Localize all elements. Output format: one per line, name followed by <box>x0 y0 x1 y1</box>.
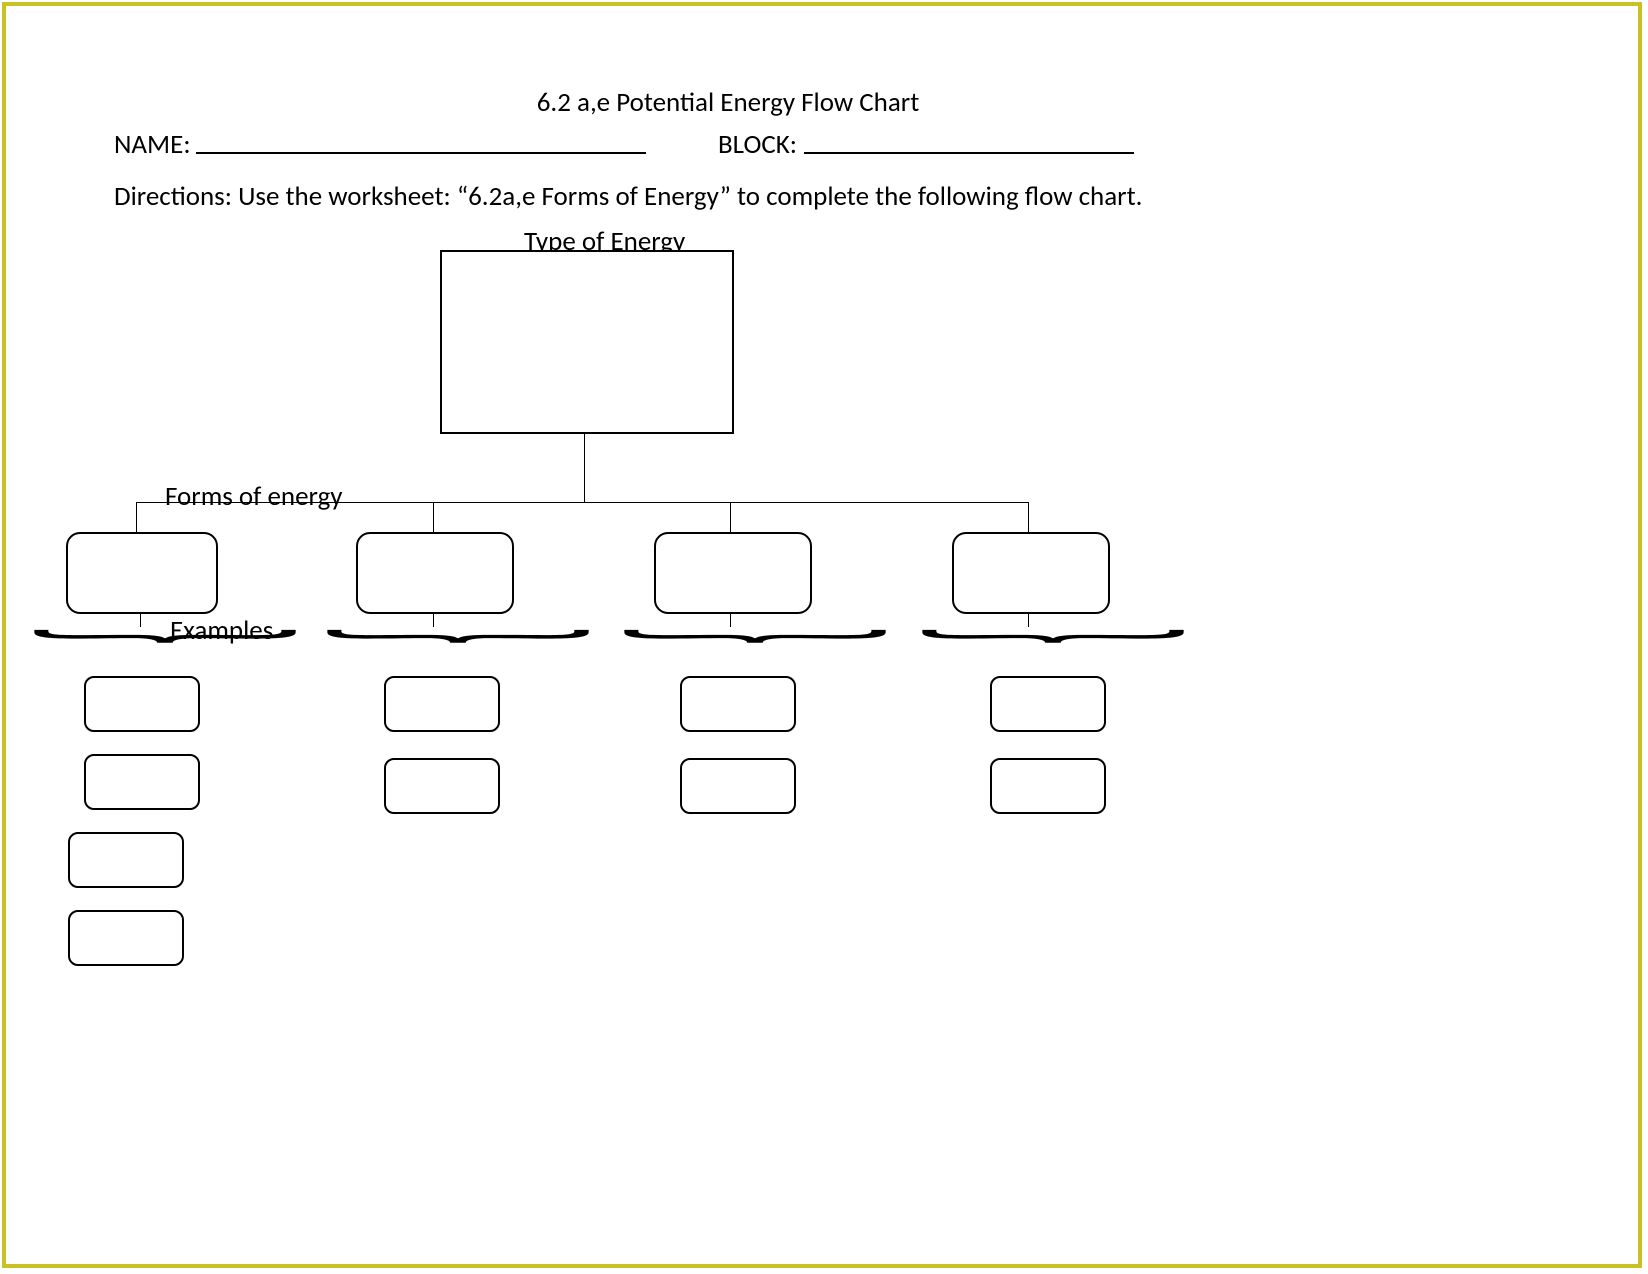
example-3-2[interactable] <box>680 758 796 814</box>
stub-3 <box>730 612 731 627</box>
brace-2: ︸ <box>321 630 596 680</box>
example-2-2[interactable] <box>384 758 500 814</box>
page-title: 6.2 a,e Potential Energy Flow Chart <box>478 86 978 119</box>
brace-4: ︸ <box>916 630 1191 680</box>
connector-drop-1 <box>136 502 137 532</box>
stub-1 <box>140 612 141 627</box>
example-3-1[interactable] <box>680 676 796 732</box>
form-box-1[interactable] <box>66 532 218 614</box>
form-box-2[interactable] <box>356 532 514 614</box>
block-blank[interactable] <box>804 152 1134 154</box>
example-1-3[interactable] <box>68 832 184 888</box>
example-1-4[interactable] <box>68 910 184 966</box>
example-1-2[interactable] <box>84 754 200 810</box>
stub-4 <box>1028 612 1029 627</box>
name-label: NAME: <box>114 128 191 161</box>
connector-drop-2 <box>433 502 434 532</box>
name-blank[interactable] <box>196 152 646 154</box>
connector-drop-4 <box>1028 502 1029 532</box>
connector-main-down <box>584 432 585 502</box>
form-box-4[interactable] <box>952 532 1110 614</box>
form-box-3[interactable] <box>654 532 812 614</box>
brace-3: ︸ <box>618 630 893 680</box>
connector-drop-3 <box>730 502 731 532</box>
brace-1: ︸ <box>28 630 303 680</box>
example-4-2[interactable] <box>990 758 1106 814</box>
example-4-1[interactable] <box>990 676 1106 732</box>
stub-2 <box>433 612 434 627</box>
forms-of-energy-label: Forms of energy <box>165 480 343 513</box>
directions-text: Directions: Use the worksheet: “6.2a,e F… <box>114 180 1214 213</box>
example-1-1[interactable] <box>84 676 200 732</box>
type-of-energy-box[interactable] <box>440 250 734 434</box>
example-2-1[interactable] <box>384 676 500 732</box>
connector-horizontal <box>136 502 1028 503</box>
block-label: BLOCK: <box>718 128 797 161</box>
